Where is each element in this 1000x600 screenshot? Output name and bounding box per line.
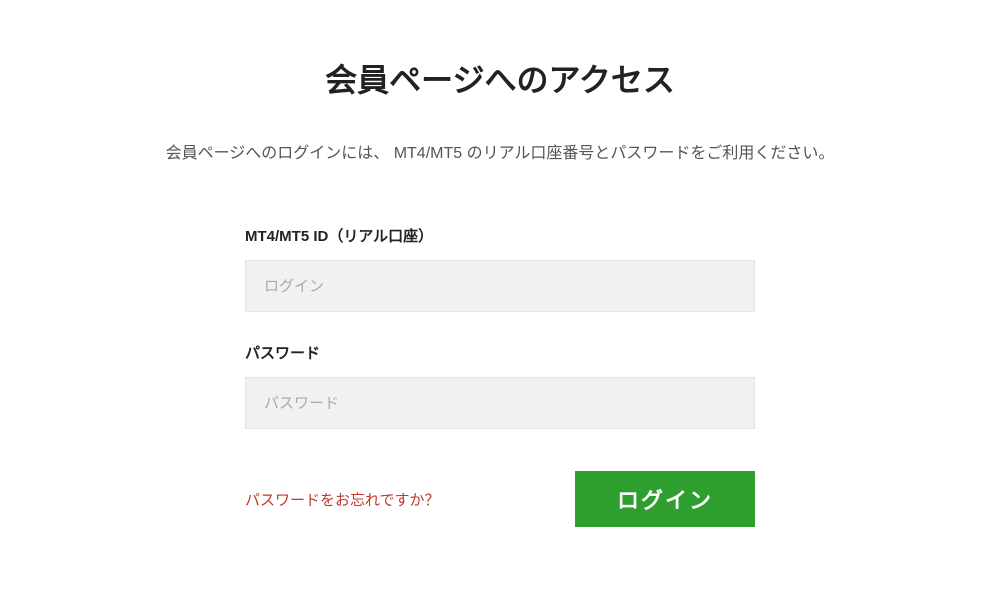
id-field-label: MT4/MT5 ID（リアル口座） [245,225,755,246]
forgot-password-link[interactable]: パスワードをお忘れですか？ [245,489,440,510]
id-input[interactable] [245,260,755,312]
login-button[interactable]: ログイン [575,471,755,527]
page-title: 会員ページへのアクセス [0,55,1000,101]
login-container: 会員ページへのアクセス 会員ページへのログインには、 MT4/MT5 のリアル口… [0,0,1000,527]
password-input[interactable] [245,377,755,429]
form-footer: パスワードをお忘れですか？ ログイン [245,471,755,527]
page-description: 会員ページへのログインには、 MT4/MT5 のリアル口座番号とパスワードをご利… [0,139,1000,163]
password-field-label: パスワード [245,342,755,363]
login-form: MT4/MT5 ID（リアル口座） パスワード パスワードをお忘れですか？ ログ… [245,225,755,527]
